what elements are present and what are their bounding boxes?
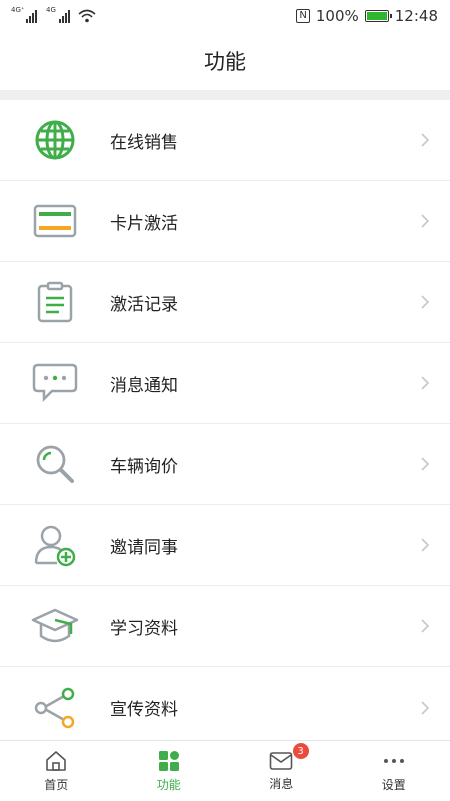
- tab-label: 消息: [269, 775, 293, 792]
- tab-messages[interactable]: 3 消息: [225, 741, 338, 801]
- menu-item-label: 激活记录: [110, 290, 178, 315]
- menu-item-label: 邀请同事: [110, 533, 178, 558]
- more-icon: [382, 750, 406, 772]
- grid-icon: [158, 750, 180, 772]
- search-icon: [0, 443, 110, 485]
- clock: 12:48: [395, 7, 438, 25]
- menu-item-online-sales[interactable]: 在线销售: [0, 100, 450, 181]
- page-header: 功能: [0, 32, 450, 90]
- mail-icon: [269, 751, 293, 771]
- home-icon: [45, 750, 67, 772]
- wifi-icon: [78, 9, 96, 23]
- unread-badge: 3: [293, 743, 309, 759]
- tab-functions[interactable]: 功能: [113, 741, 226, 801]
- tab-label: 首页: [44, 776, 68, 793]
- menu-item-label: 卡片激活: [110, 209, 178, 234]
- battery-icon: [365, 10, 389, 22]
- network-type-label: 4G⁺: [11, 6, 25, 14]
- chevron-right-icon: [420, 213, 430, 229]
- menu-item-learning-materials[interactable]: 学习资料: [0, 586, 450, 667]
- card-icon: [0, 204, 110, 238]
- clipboard-icon: [0, 281, 110, 323]
- bottom-tab-bar: 首页 功能 3 消息 设置: [0, 740, 450, 801]
- chevron-right-icon: [420, 294, 430, 310]
- menu-item-notifications[interactable]: 消息通知: [0, 343, 450, 424]
- tab-home[interactable]: 首页: [0, 741, 113, 801]
- tab-settings[interactable]: 设置: [338, 741, 450, 801]
- header-divider: [0, 90, 450, 100]
- menu-item-card-activation[interactable]: 卡片激活: [0, 181, 450, 262]
- menu-item-label: 在线销售: [110, 128, 178, 153]
- menu-item-label: 学习资料: [110, 614, 178, 639]
- tab-label: 设置: [382, 776, 406, 793]
- chevron-right-icon: [420, 375, 430, 391]
- graduation-cap-icon: [0, 606, 110, 646]
- status-left: 4G⁺ 4G: [12, 9, 96, 23]
- chevron-right-icon: [420, 618, 430, 634]
- menu-item-label: 消息通知: [110, 371, 178, 396]
- share-icon: [0, 686, 110, 730]
- tab-label: 功能: [157, 776, 181, 793]
- status-right: N 100% 12:48: [296, 7, 438, 25]
- nfc-icon: N: [296, 9, 309, 23]
- menu-item-label: 车辆询价: [110, 452, 178, 477]
- page-title: 功能: [204, 46, 246, 76]
- menu-item-invite-colleague[interactable]: 邀请同事: [0, 505, 450, 586]
- signal-icon-2: 4G: [47, 9, 70, 23]
- chat-bubble-icon: [0, 363, 110, 403]
- menu-item-label: 宣传资料: [110, 695, 178, 720]
- add-user-icon: [0, 523, 110, 567]
- chevron-right-icon: [420, 456, 430, 472]
- chevron-right-icon: [420, 537, 430, 553]
- status-bar: 4G⁺ 4G N 100% 12:48: [0, 0, 450, 32]
- network-type-label-2: 4G: [46, 6, 56, 14]
- globe-icon: [0, 119, 110, 161]
- menu-item-vehicle-inquiry[interactable]: 车辆询价: [0, 424, 450, 505]
- chevron-right-icon: [420, 132, 430, 148]
- battery-percent: 100%: [316, 7, 359, 25]
- function-menu: 在线销售 卡片激活 激活记录: [0, 100, 450, 748]
- signal-icon: 4G⁺: [12, 9, 37, 23]
- menu-item-activation-records[interactable]: 激活记录: [0, 262, 450, 343]
- chevron-right-icon: [420, 700, 430, 716]
- menu-item-promo-materials[interactable]: 宣传资料: [0, 667, 450, 748]
